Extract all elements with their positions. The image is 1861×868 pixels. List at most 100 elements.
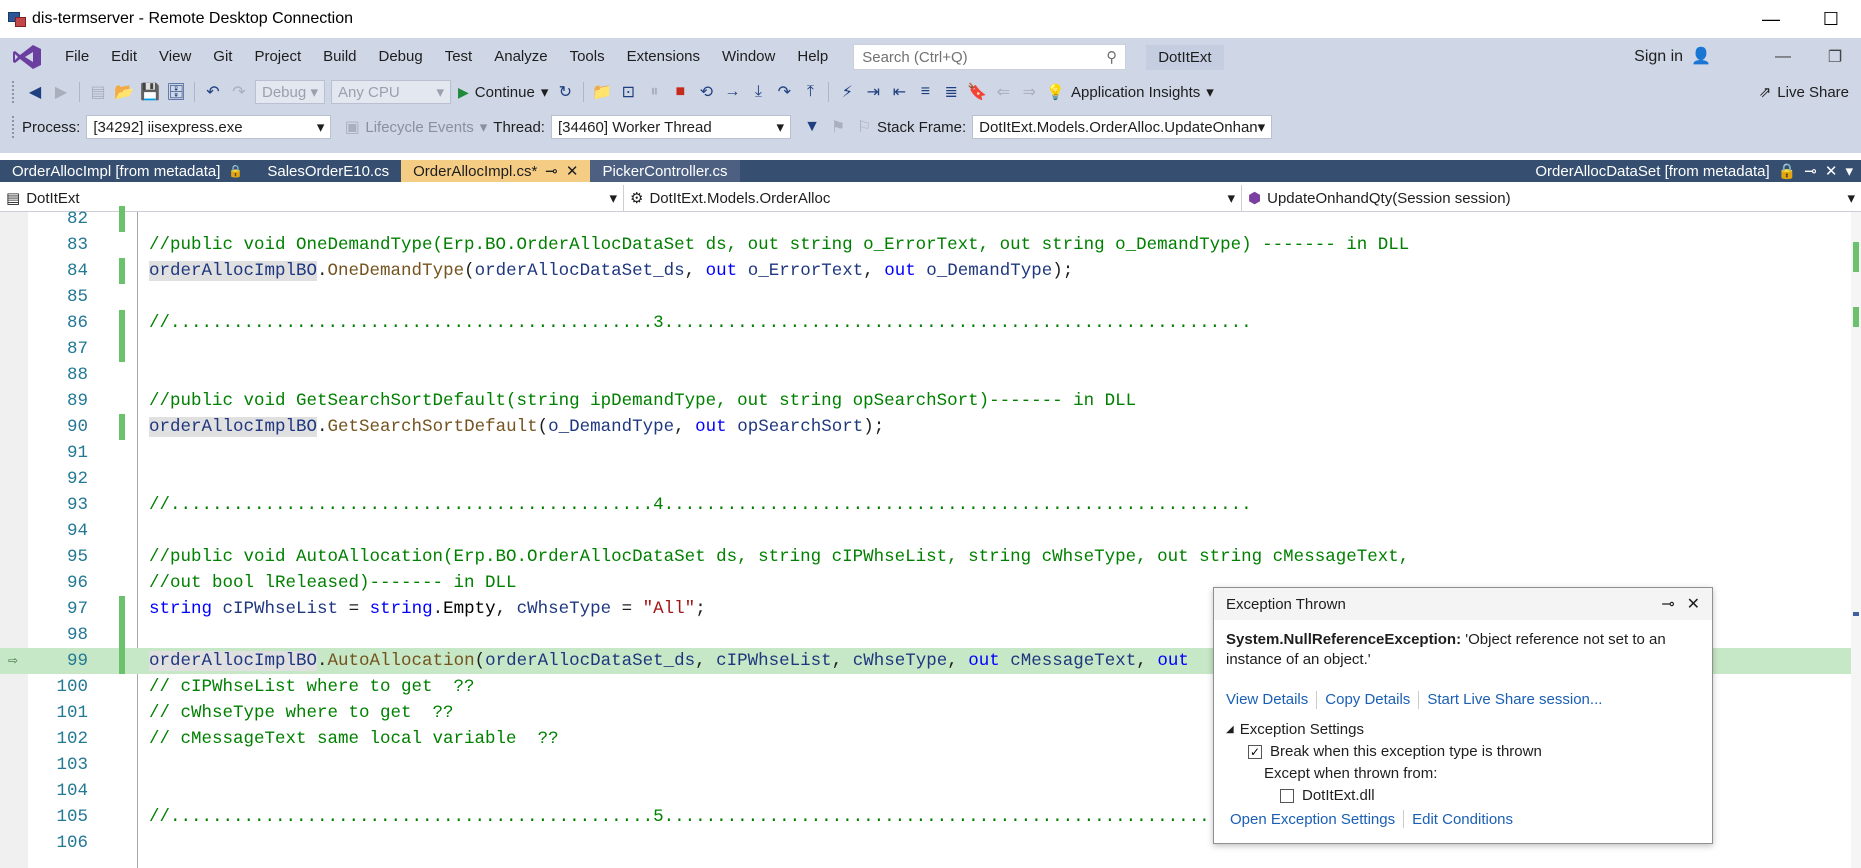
open-file-icon[interactable]: 📂	[111, 79, 137, 105]
code-line[interactable]: 93 //....................................…	[0, 492, 1851, 518]
minimize-button[interactable]: —	[1741, 0, 1801, 38]
edit-conditions-link[interactable]: Edit Conditions	[1412, 811, 1513, 828]
prev-bookmark-icon[interactable]: ⇐	[990, 79, 1016, 105]
menu-test[interactable]: Test	[434, 38, 484, 76]
flag-all-icon[interactable]: ⚐	[851, 114, 877, 140]
pin-icon[interactable]: ⊸	[1804, 162, 1817, 180]
tab-orderallocdataset-metadata[interactable]: OrderAllocDataSet [from metadata] 🔒 ⊸ ✕ …	[1527, 160, 1861, 182]
back-icon[interactable]: ◀	[22, 79, 48, 105]
code-line[interactable]: 94	[0, 518, 1851, 544]
menu-debug[interactable]: Debug	[368, 38, 434, 76]
tab-pickercontroller[interactable]: PickerController.cs	[590, 160, 740, 182]
tab-orderallocimpl-cs[interactable]: OrderAllocImpl.cs* ⊸ ✕	[401, 160, 591, 182]
copy-details-link[interactable]: Copy Details	[1325, 690, 1410, 710]
next-bookmark-icon[interactable]: ⇒	[1016, 79, 1042, 105]
tab-salesordere10[interactable]: SalesOrderE10.cs	[255, 160, 401, 182]
maximize-button[interactable]: ☐	[1801, 0, 1861, 38]
comment-icon[interactable]: ≡	[912, 79, 938, 105]
menu-tools[interactable]: Tools	[559, 38, 616, 76]
close-icon[interactable]: ✕	[1687, 594, 1700, 614]
code-line[interactable]: 84 orderAllocImplBO.OneDemandType(orderAl…	[0, 258, 1851, 284]
code-line[interactable]: 85	[0, 284, 1851, 310]
code-line[interactable]: 87	[0, 336, 1851, 362]
menu-project[interactable]: Project	[243, 38, 312, 76]
link-separator	[1403, 810, 1405, 828]
outdent-icon[interactable]: ⇤	[886, 79, 912, 105]
undo-icon[interactable]: ↶	[200, 79, 226, 105]
search-input[interactable]: Search (Ctrl+Q) ⚲	[853, 44, 1127, 70]
code-line[interactable]: 82	[0, 206, 1851, 232]
menu-extensions[interactable]: Extensions	[616, 38, 711, 76]
process-dropdown[interactable]: [34292] iisexpress.exe ▾	[86, 115, 332, 139]
step-out-icon[interactable]: ⤒	[797, 79, 823, 105]
save-icon[interactable]: 💾	[137, 79, 163, 105]
change-indicator	[119, 622, 125, 648]
step-over-icon[interactable]: ↷	[771, 79, 797, 105]
stack-frame-dropdown[interactable]: DotItExt.Models.OrderAlloc.UpdateOnhan ▾	[972, 115, 1273, 139]
hot-reload-icon[interactable]: ⚡	[834, 79, 860, 105]
dll-checkbox[interactable]	[1280, 789, 1294, 803]
show-next-statement-icon[interactable]: →	[719, 79, 745, 105]
thread-dropdown[interactable]: [34460] Worker Thread ▾	[550, 115, 791, 139]
uncomment-icon[interactable]: ≣	[938, 79, 964, 105]
collapse-triangle-icon[interactable]: ◢	[1226, 720, 1234, 740]
menu-help[interactable]: Help	[786, 38, 839, 76]
stop-icon[interactable]: ■	[667, 79, 693, 105]
close-icon[interactable]: ✕	[1825, 162, 1838, 180]
indent-icon[interactable]: ⇥	[860, 79, 886, 105]
menu-analyze[interactable]: Analyze	[483, 38, 558, 76]
configuration-dropdown[interactable]: Debug ▾	[255, 80, 325, 104]
application-insights-button[interactable]: 💡 Application Insights ▾	[1046, 83, 1213, 102]
start-live-share-link[interactable]: Start Live Share session...	[1427, 690, 1602, 710]
break-checkbox[interactable]: ✓	[1248, 745, 1262, 759]
vertical-scrollbar[interactable]	[1851, 212, 1861, 868]
close-icon[interactable]: ✕	[566, 162, 579, 180]
code-line[interactable]: 83 //public void OneDemandType(Erp.BO.Ord…	[0, 232, 1851, 258]
break-when-thrown-option[interactable]: ✓ Break when this exception type is thro…	[1226, 742, 1700, 762]
live-share-button[interactable]: ⇗ Live Share	[1759, 76, 1849, 108]
code-line[interactable]: 88	[0, 362, 1851, 388]
vs-minimize-button[interactable]: —	[1757, 38, 1809, 76]
dll-exception-option[interactable]: DotItExt.dll	[1226, 786, 1700, 806]
new-item-icon[interactable]: ▤	[85, 79, 111, 105]
platform-dropdown[interactable]: Any CPU ▾	[331, 80, 451, 104]
code-line[interactable]: 90 orderAllocImplBO.GetSearchSortDefault(…	[0, 414, 1851, 440]
flag-thread-icon[interactable]: ⚑	[825, 114, 851, 140]
code-line[interactable]: 95 //public void AutoAllocation(Erp.BO.Or…	[0, 544, 1851, 570]
toolbar-grip[interactable]	[12, 81, 16, 103]
continue-button[interactable]: ▶ Continue ▾	[458, 83, 548, 102]
step-into-icon[interactable]: ⤓	[745, 79, 771, 105]
pin-icon[interactable]: ⊸	[1661, 594, 1674, 614]
pause-icon[interactable]: ⏸	[641, 79, 667, 105]
folder-icon[interactable]: 📁	[589, 79, 615, 105]
sign-in-button[interactable]: Sign in 👤	[1634, 38, 1711, 76]
pin-icon[interactable]: ⊸	[545, 162, 558, 180]
menu-build[interactable]: Build	[312, 38, 367, 76]
open-exception-settings-link[interactable]: Open Exception Settings	[1230, 811, 1395, 828]
code-text: //......................................…	[149, 313, 1252, 333]
tab-overflow-icon[interactable]: ▾	[1845, 162, 1853, 180]
menu-edit[interactable]: Edit	[100, 38, 148, 76]
lifecycle-events-dropdown[interactable]: Lifecycle Events	[365, 119, 473, 136]
menu-window[interactable]: Window	[711, 38, 786, 76]
save-all-icon[interactable]: 🗄	[163, 79, 189, 105]
menu-view[interactable]: View	[148, 38, 202, 76]
tab-orderallocimpl-metadata[interactable]: OrderAllocImpl [from metadata] 🔒	[0, 160, 256, 182]
vs-restore-button[interactable]: ❐	[1809, 38, 1861, 76]
bookmark-icon[interactable]: 🔖	[964, 79, 990, 105]
visual-studio-logo-icon	[12, 44, 42, 70]
forward-icon[interactable]: ▶	[48, 79, 74, 105]
view-details-link[interactable]: View Details	[1226, 690, 1308, 710]
restart-icon[interactable]: ⟲	[693, 79, 719, 105]
code-line[interactable]: 92	[0, 466, 1851, 492]
menu-git[interactable]: Git	[202, 38, 243, 76]
menu-file[interactable]: File	[54, 38, 100, 76]
filter-icon[interactable]: ▼	[799, 114, 825, 140]
redo-icon[interactable]: ↷	[226, 79, 252, 105]
screenshot-icon[interactable]: ⊡	[615, 79, 641, 105]
code-line[interactable]: 89 //public void GetSearchSortDefault(str…	[0, 388, 1851, 414]
code-line[interactable]: 91	[0, 440, 1851, 466]
toolbar-grip[interactable]	[12, 116, 16, 138]
refresh-icon[interactable]: ↻	[552, 79, 578, 105]
code-line[interactable]: 86 //....................................…	[0, 310, 1851, 336]
